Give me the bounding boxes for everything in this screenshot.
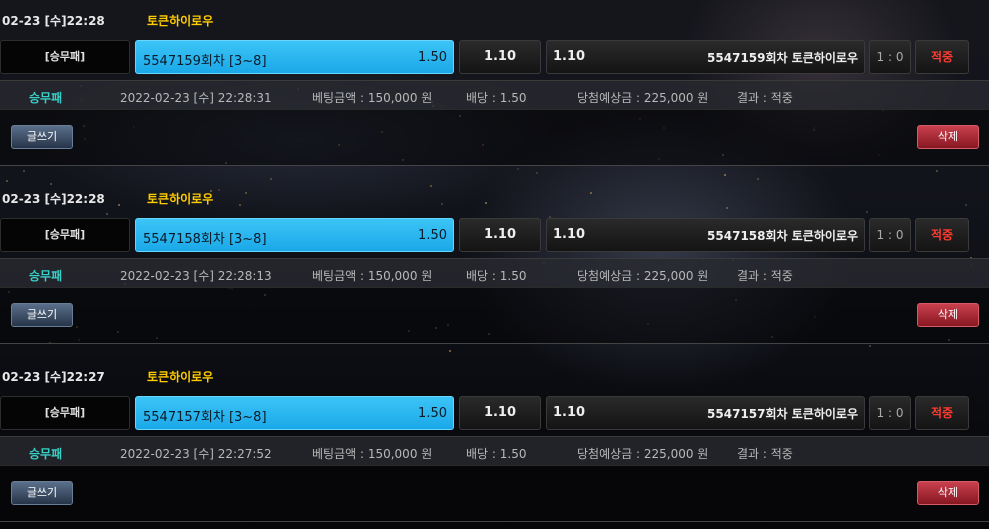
bet-header: 02-23 [수]22:27 토큰하이로우: [0, 356, 989, 394]
opponent-odds: 1.10: [553, 227, 586, 242]
info-type: 승무패: [29, 91, 63, 105]
selected-pick-cell[interactable]: 5547157회차 [3~8] 1.50: [135, 396, 454, 430]
bet-datetime: 02-23 [수]22:27: [2, 370, 105, 384]
opponent-odds: 1.10: [553, 49, 586, 64]
city-light-dot: [517, 168, 519, 170]
pick-odds: 1.50: [418, 50, 447, 65]
bet-game-name: 토큰하이로우: [147, 192, 214, 206]
bet-type-cell: [승무패]: [0, 218, 130, 252]
bet-actions: 글쓰기 삭제: [0, 288, 989, 344]
bet-game-name: 토큰하이로우: [147, 14, 214, 28]
bet-actions: 글쓰기 삭제: [0, 110, 989, 166]
bet-block: 02-23 [수]22:28 토큰하이로우 [승무패] 5547159회차 [3…: [0, 0, 989, 168]
result-badge: 적중: [915, 218, 969, 252]
bet-info-bar: 승무패 2022-02-23 [수] 22:28:31 베팅금액 : 150,0…: [0, 80, 989, 110]
delete-button[interactable]: 삭제: [917, 481, 979, 505]
city-light-dot: [724, 174, 726, 176]
opponent-pick-cell[interactable]: 1.10 5547158회차 토큰하이로우: [546, 218, 865, 252]
info-datetime: 2022-02-23 [수] 22:27:52: [120, 447, 272, 461]
middle-odds-cell[interactable]: 1.10: [459, 396, 541, 430]
bet-header: 02-23 [수]22:28 토큰하이로우: [0, 0, 989, 38]
bet-type-cell: [승무패]: [0, 40, 130, 74]
middle-odds-cell[interactable]: 1.10: [459, 40, 541, 74]
selected-pick-cell[interactable]: 5547159회차 [3~8] 1.50: [135, 40, 454, 74]
opponent-label: 5547158회차 토큰하이로우: [707, 229, 858, 243]
city-light-dot: [449, 350, 451, 352]
pick-label: 5547159회차 [3~8]: [143, 54, 267, 69]
bet-info-bar: 승무패 2022-02-23 [수] 22:27:52 베팅금액 : 150,0…: [0, 436, 989, 466]
info-type: 승무패: [29, 269, 63, 283]
info-type: 승무패: [29, 447, 63, 461]
info-amount: 베팅금액 : 150,000 원: [312, 447, 433, 461]
info-odds: 배당 : 1.50: [466, 447, 527, 461]
opponent-pick-cell[interactable]: 1.10 5547159회차 토큰하이로우: [546, 40, 865, 74]
info-amount: 베팅금액 : 150,000 원: [312, 91, 433, 105]
bet-type-cell: [승무패]: [0, 396, 130, 430]
bet-datetime: 02-23 [수]22:28: [2, 192, 105, 206]
info-result: 결과 : 적중: [737, 269, 793, 283]
bet-block: 02-23 [수]22:27 토큰하이로우 [승무패] 5547157회차 [3…: [0, 356, 989, 524]
bet-header: 02-23 [수]22:28 토큰하이로우: [0, 178, 989, 216]
middle-odds-cell[interactable]: 1.10: [459, 218, 541, 252]
bet-row: [승무패] 5547158회차 [3~8] 1.50 1.10 1.10 554…: [0, 218, 989, 252]
pick-odds: 1.50: [418, 228, 447, 243]
score-cell: 1 : 0: [869, 396, 911, 430]
write-post-button[interactable]: 글쓰기: [11, 481, 73, 505]
opponent-odds: 1.10: [553, 405, 586, 420]
bet-datetime: 02-23 [수]22:28: [2, 14, 105, 28]
info-result: 결과 : 적중: [737, 447, 793, 461]
bet-row: [승무패] 5547159회차 [3~8] 1.50 1.10 1.10 554…: [0, 40, 989, 74]
pick-label: 5547158회차 [3~8]: [143, 232, 267, 247]
opponent-pick-cell[interactable]: 1.10 5547157회차 토큰하이로우: [546, 396, 865, 430]
info-datetime: 2022-02-23 [수] 22:28:31: [120, 91, 272, 105]
score-cell: 1 : 0: [869, 218, 911, 252]
write-post-button[interactable]: 글쓰기: [11, 125, 73, 149]
delete-button[interactable]: 삭제: [917, 125, 979, 149]
opponent-label: 5547159회차 토큰하이로우: [707, 51, 858, 65]
write-post-button[interactable]: 글쓰기: [11, 303, 73, 327]
city-light-dot: [536, 172, 538, 174]
info-odds: 배당 : 1.50: [466, 91, 527, 105]
selected-pick-cell[interactable]: 5547158회차 [3~8] 1.50: [135, 218, 454, 252]
score-cell: 1 : 0: [869, 40, 911, 74]
delete-button[interactable]: 삭제: [917, 303, 979, 327]
info-datetime: 2022-02-23 [수] 22:28:13: [120, 269, 272, 283]
bet-row: [승무패] 5547157회차 [3~8] 1.50 1.10 1.10 554…: [0, 396, 989, 430]
bet-game-name: 토큰하이로우: [147, 370, 214, 384]
info-odds: 배당 : 1.50: [466, 269, 527, 283]
result-badge: 적중: [915, 40, 969, 74]
result-badge: 적중: [915, 396, 969, 430]
info-expected-win: 당첨예상금 : 225,000 원: [577, 447, 709, 461]
bet-actions: 글쓰기 삭제: [0, 466, 989, 522]
bet-info-bar: 승무패 2022-02-23 [수] 22:28:13 베팅금액 : 150,0…: [0, 258, 989, 288]
bet-block: 02-23 [수]22:28 토큰하이로우 [승무패] 5547158회차 [3…: [0, 178, 989, 346]
pick-odds: 1.50: [418, 406, 447, 421]
info-expected-win: 당첨예상금 : 225,000 원: [577, 91, 709, 105]
city-light-dot: [936, 170, 938, 172]
city-light-dot: [23, 170, 25, 172]
pick-label: 5547157회차 [3~8]: [143, 410, 267, 425]
opponent-label: 5547157회차 토큰하이로우: [707, 407, 858, 421]
info-result: 결과 : 적중: [737, 91, 793, 105]
info-amount: 베팅금액 : 150,000 원: [312, 269, 433, 283]
info-expected-win: 당첨예상금 : 225,000 원: [577, 269, 709, 283]
